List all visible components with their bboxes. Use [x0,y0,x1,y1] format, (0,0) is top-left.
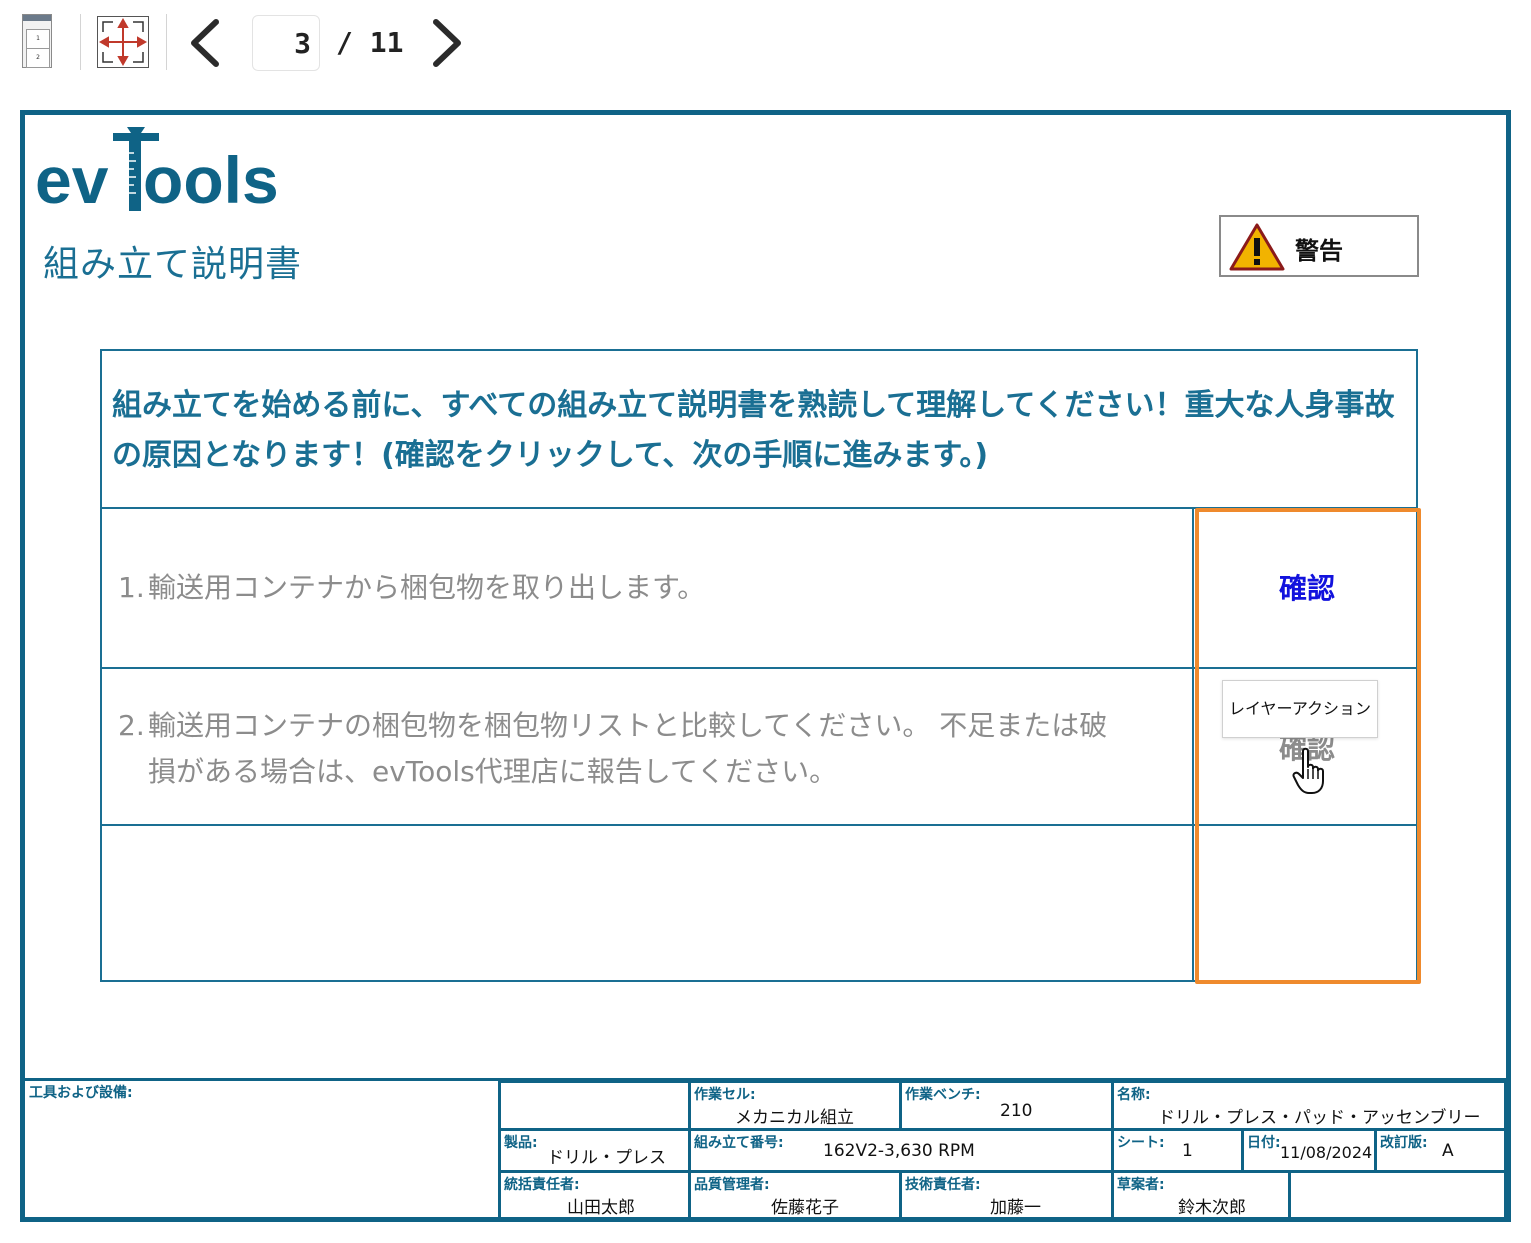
tools-label: 工具および設備: [29,1085,133,1101]
qa-manager-value: 佐藤花子 [771,1198,839,1218]
assembly-number-value: 162V2-3,630 RPM [823,1141,975,1161]
revision-value: A [1442,1141,1454,1161]
date-cell: 日付: 11/08/2024 [1242,1129,1376,1172]
work-bench-value: 210 [1000,1101,1033,1121]
step-1-text-block: 1. 輸送用コンテナから梱包物を取り出します。 [118,565,1178,611]
title-block: 工具および設備: 作業セル: メカニカル組立 作業ベンチ: 210 名称: ドリ… [25,1078,1506,1220]
fit-to-page-icon [98,17,148,67]
assembly-number-label: 組み立て番号: [694,1135,784,1151]
assembly-number-cell: 組み立て番号: 162V2-3,630 RPM [689,1129,1113,1172]
step-2-text-block: 2. 輸送用コンテナの梱包物を梱包物リストと比較してください。 不足または破 損が… [118,703,1178,795]
sheet-value: 1 [1182,1141,1193,1161]
svg-text:ev: ev [35,143,109,215]
instruction-table: 組み立てを始める前に、すべての組み立て説明書を熟読して理解してください！重大な人… [100,349,1418,982]
fit-to-page-button[interactable] [97,16,149,68]
svg-text:ools: ools [143,143,279,215]
supervisor-cell: 統括責任者: 山田太郎 [499,1171,690,1220]
qa-manager-label: 品質管理者: [694,1177,770,1193]
empty-action-cell [1192,826,1420,982]
page-thumbnails-icon-bar [23,15,51,21]
warning-label: 警告 [1295,237,1343,265]
work-bench-label: 作業ベンチ: [905,1087,981,1103]
drafter-value: 鈴木次郎 [1178,1198,1246,1218]
date-value: 11/08/2024 [1280,1143,1373,1162]
layer-action-tooltip: レイヤーアクション [1222,680,1378,738]
blank-cell [499,1081,690,1130]
page-thumbnails-button[interactable]: 1 2 [22,14,52,68]
instruction-header: 組み立てを始める前に、すべての組み立て説明書を熟読して理解してください！重大な人… [102,351,1416,509]
revision-label: 改訂版: [1380,1135,1428,1151]
tech-lead-value: 加藤一 [990,1198,1041,1218]
qa-manager-cell: 品質管理者: 佐藤花子 [689,1171,901,1220]
work-cell-label: 作業セル: [694,1087,756,1103]
revision-cell: 改訂版: A [1375,1129,1506,1172]
next-page-button[interactable] [426,18,466,68]
current-page-input[interactable]: 3 [252,15,320,71]
step-1-text: 輸送用コンテナから梱包物を取り出します。 [148,571,706,604]
step-2-text-line-1: 輸送用コンテナの梱包物を梱包物リストと比較してください。 不足または破 [148,709,1108,742]
page-total: / 11 [336,26,404,59]
product-value: ドリル・プレス [547,1148,666,1168]
tools-cell: 工具および設備: [25,1078,500,1220]
supervisor-label: 統括責任者: [504,1177,580,1193]
chevron-right-icon [433,19,461,67]
previous-page-button[interactable] [186,18,226,68]
work-cell-value: メカニカル組立 [735,1108,854,1128]
work-cell-cell: 作業セル: メカニカル組立 [689,1081,901,1130]
name-label: 名称: [1117,1087,1151,1103]
evtools-logo: ev ools [35,127,279,215]
step-row-2: 2. 輸送用コンテナの梱包物を梱包物リストと比較してください。 不足または破 損が… [102,669,1416,826]
toolbar-divider [80,14,81,70]
viewer-toolbar: 1 2 3 / 11 [0,0,1531,90]
name-value: ドリル・プレス・パッド・アッセンブリー [1158,1108,1481,1128]
step-1-action-cell: 確認 [1192,509,1420,667]
toolbar-divider [166,14,167,70]
step-2-number: 2. [118,709,145,742]
drafter-cell: 草案者: 鈴木次郎 [1112,1171,1290,1220]
product-label: 製品: [504,1135,538,1151]
sheet-cell: シート: 1 [1112,1129,1243,1172]
date-label: 日付: [1247,1135,1281,1151]
drafter-label: 草案者: [1117,1177,1165,1193]
sheet-label: シート: [1117,1135,1165,1151]
instruction-header-text: 組み立てを始める前に、すべての組み立て説明書を熟読して理解してください！重大な人… [112,388,1395,473]
supervisor-value: 山田太郎 [567,1198,635,1218]
step-row-empty [102,826,1416,982]
step-row-1: 1. 輸送用コンテナから梱包物を取り出します。 確認 [102,509,1416,669]
step-2-text-line-2: 損がある場合は、evTools代理店に報告してください。 [148,755,838,788]
work-bench-cell: 作業ベンチ: 210 [900,1081,1113,1130]
chevron-left-icon [191,19,219,67]
thumbnail-page-1: 1 [26,29,50,49]
product-cell: 製品: ドリル・プレス [499,1129,690,1172]
tech-lead-label: 技術責任者: [905,1177,981,1193]
document-title: 組み立て説明書 [43,244,303,285]
warning-triangle-icon [1229,223,1285,271]
warning-badge: 警告 [1219,215,1419,277]
tech-lead-cell: 技術責任者: 加藤一 [900,1171,1113,1220]
blank-cell [1289,1171,1506,1220]
document-page: ev ools 組み立て説明書 警告 組み立てを始める前に、すべての組み立て説明… [20,110,1511,1222]
hand-pointer-icon [1292,747,1324,794]
step-1-number: 1. [118,571,145,604]
step-1-confirm-button[interactable]: 確認 [1194,567,1420,607]
name-cell: 名称: ドリル・プレス・パッド・アッセンブリー [1112,1081,1506,1130]
thumbnail-page-2: 2 [26,48,50,68]
